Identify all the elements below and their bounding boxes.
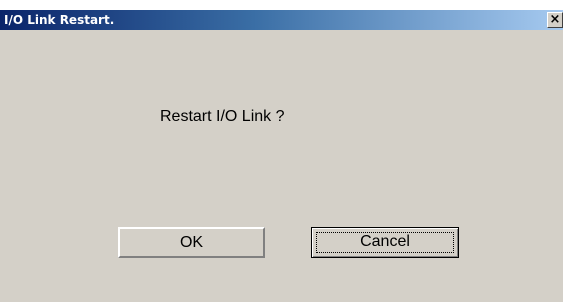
title-bar[interactable]: I/O Link Restart.: [0, 10, 563, 30]
dialog-window: I/O Link Restart. × Restart I/O Link ? O…: [0, 0, 563, 302]
cancel-button[interactable]: Cancel: [311, 227, 459, 258]
ok-button-label: OK: [179, 234, 204, 251]
window-title: I/O Link Restart.: [4, 13, 115, 27]
top-edge: [0, 0, 563, 10]
dialog-message: Restart I/O Link ?: [160, 108, 285, 125]
close-icon: ×: [549, 12, 561, 27]
close-button[interactable]: ×: [547, 12, 563, 28]
ok-button[interactable]: OK: [118, 227, 265, 258]
cancel-button-label: Cancel: [360, 233, 410, 250]
